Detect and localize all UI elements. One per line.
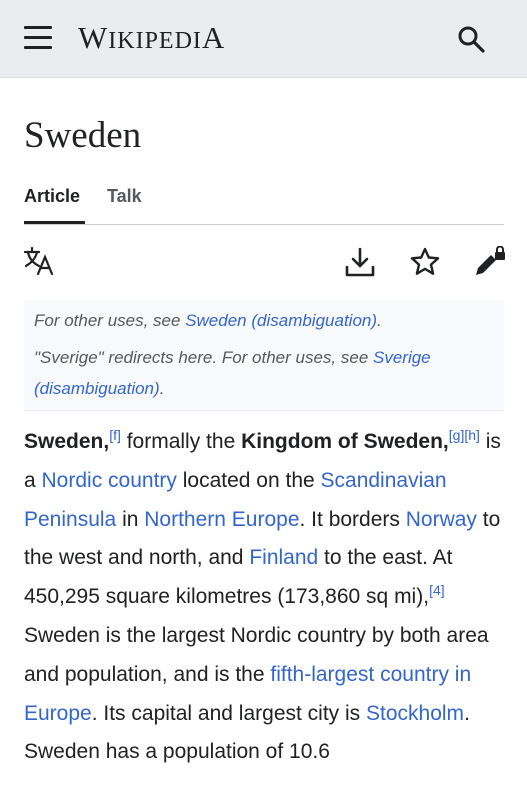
tab-talk[interactable]: Talk: [107, 186, 142, 207]
sweden-disambiguation-link[interactable]: Sweden (disambiguation): [185, 311, 377, 330]
northern-europe-link[interactable]: Northern Europe: [144, 508, 299, 531]
stockholm-link[interactable]: Stockholm: [366, 702, 464, 725]
active-tab-indicator: [24, 221, 85, 224]
bold-term: Sweden,: [24, 430, 110, 453]
hamburger-menu-icon[interactable]: [24, 26, 52, 50]
language-icon[interactable]: [23, 246, 56, 278]
bold-term: Kingdom of Sweden,: [241, 430, 449, 453]
body-text: located on the: [176, 468, 321, 492]
body-text: in: [116, 507, 145, 531]
hatnote-text: For other uses, see: [34, 311, 186, 330]
finland-link[interactable]: Finland: [249, 546, 318, 569]
footnote-ref: [f]: [109, 427, 121, 443]
hatnote-text: "Sverige" redirects here. For other uses…: [34, 348, 373, 367]
lock-pencil-icon[interactable]: [474, 245, 506, 278]
footnote-g-link[interactable]: [g]: [449, 427, 465, 443]
footnote-f-link[interactable]: [f]: [109, 427, 121, 443]
footnote-4-link[interactable]: [4]: [429, 582, 445, 598]
star-icon[interactable]: [409, 246, 441, 278]
page-actions-toolbar: [23, 245, 506, 280]
wikipedia-logo[interactable]: WIKIPEDIA: [78, 20, 225, 56]
hatnote-text: .: [377, 311, 382, 330]
logo-last-letter: A: [201, 20, 226, 55]
download-icon[interactable]: [344, 246, 376, 278]
search-icon[interactable]: [456, 24, 486, 54]
body-text: formally the: [120, 430, 242, 453]
footnote-ref: [g][h]: [449, 427, 480, 443]
hatnote-line-1: For other uses, see Sweden (disambiguati…: [34, 305, 494, 336]
logo-middle-letters: IKIPEDI: [108, 28, 202, 54]
footnote-h-link[interactable]: [h]: [464, 427, 480, 443]
header-bar: WIKIPEDIA: [0, 0, 527, 78]
hatnote-box: For other uses, see Sweden (disambiguati…: [24, 300, 504, 411]
footnote-ref: [4]: [429, 582, 445, 598]
article-intro-paragraph: Sweden,[f] formally the Kingdom of Swede…: [24, 423, 514, 772]
body-text: . Its capital and largest city is: [91, 701, 367, 725]
norway-link[interactable]: Norway: [406, 508, 477, 531]
logo-first-letter: W: [78, 20, 109, 55]
namespace-tabs: Article Talk: [24, 182, 504, 225]
body-text: . It borders: [299, 507, 406, 531]
page-title: Sweden: [24, 115, 142, 156]
tab-article[interactable]: Article: [24, 186, 80, 207]
hatnote-text: .: [159, 379, 165, 398]
nordic-country-link[interactable]: Nordic country: [42, 469, 177, 492]
hatnote-line-2: "Sverige" redirects here. For other uses…: [34, 342, 494, 404]
